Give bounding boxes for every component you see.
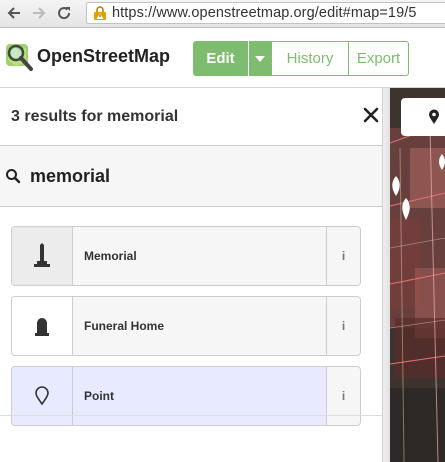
caret-down-icon xyxy=(255,55,265,62)
preset-info-button[interactable]: i xyxy=(326,227,360,285)
map-add-point-button[interactable] xyxy=(401,98,445,136)
reload-button[interactable] xyxy=(54,3,74,23)
forward-arrow-icon xyxy=(33,7,46,19)
preset-memorial[interactable]: Memorial i xyxy=(11,226,361,286)
preset-icon-cell xyxy=(12,297,73,355)
url-bar[interactable]: https://www.openstreetmap.org/edit#map=1… xyxy=(86,2,445,24)
edit-button[interactable]: Edit xyxy=(193,41,248,76)
divider xyxy=(0,415,382,416)
preset-point[interactable]: Point i xyxy=(11,366,361,426)
preset-label: Memorial xyxy=(84,249,137,263)
warning-lock-icon xyxy=(94,6,106,20)
sidebar-resizer[interactable] xyxy=(382,88,390,462)
preset-label: Funeral Home xyxy=(84,319,165,333)
preset-info-button[interactable]: i xyxy=(326,297,360,355)
search-row xyxy=(0,146,390,207)
info-icon: i xyxy=(341,319,346,333)
map-imagery xyxy=(390,88,445,462)
results-title: 3 results for memorial xyxy=(11,108,179,125)
preset-label: Point xyxy=(84,389,114,403)
info-icon: i xyxy=(341,249,346,263)
preset-funeral-home[interactable]: Funeral Home i xyxy=(11,296,361,356)
reload-icon xyxy=(58,7,71,20)
preset-icon-cell xyxy=(12,367,73,425)
preset-search-sidebar: 3 results for memorial Memorial i xyxy=(0,88,390,462)
map-view[interactable] xyxy=(390,88,445,462)
site-brand[interactable]: OpenStreetMap xyxy=(37,46,170,67)
browser-toolbar: https://www.openstreetmap.org/edit#map=1… xyxy=(0,0,445,28)
back-button[interactable] xyxy=(4,3,24,23)
info-icon: i xyxy=(341,389,346,403)
back-arrow-icon xyxy=(7,7,20,19)
history-button[interactable]: History xyxy=(271,41,349,76)
osm-logo-icon[interactable] xyxy=(4,42,34,72)
export-button[interactable]: Export xyxy=(348,41,409,76)
site-header: OpenStreetMap Edit History Export xyxy=(0,28,445,88)
preset-icon-cell xyxy=(12,227,73,285)
results-header: 3 results for memorial xyxy=(0,88,390,146)
close-icon[interactable] xyxy=(362,106,380,124)
forward-button[interactable] xyxy=(29,3,49,23)
search-icon xyxy=(6,169,21,184)
point-icon xyxy=(35,386,49,406)
preset-list: Memorial i Funeral Home i Point i xyxy=(0,207,390,462)
edit-dropdown-button[interactable] xyxy=(249,41,271,76)
memorial-icon xyxy=(34,243,50,267)
url-text: https://www.openstreetmap.org/edit#map=1… xyxy=(112,5,417,21)
map-pin-icon xyxy=(429,109,439,124)
preset-info-button[interactable]: i xyxy=(326,367,360,425)
search-input[interactable] xyxy=(30,162,370,190)
funeral-home-icon xyxy=(35,318,49,336)
